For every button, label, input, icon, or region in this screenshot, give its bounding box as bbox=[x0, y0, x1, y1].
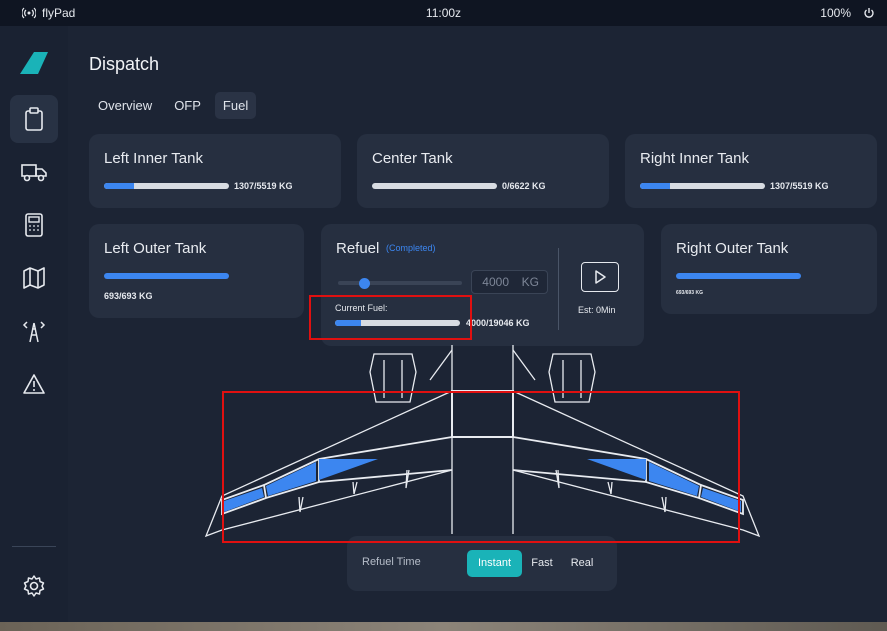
left-inner-tank-bar bbox=[104, 183, 229, 189]
left-inner-tank-fill bbox=[104, 183, 134, 189]
sidebar-item-performance[interactable] bbox=[10, 201, 58, 249]
center-tank-bar bbox=[372, 183, 497, 189]
status-bar: flyPad 11:00z 100% bbox=[0, 0, 887, 26]
right-inner-tank-quantity: 1307/5519 KG bbox=[770, 181, 829, 191]
map-icon bbox=[22, 267, 46, 289]
right-inner-tank-title: Right Inner Tank bbox=[640, 150, 749, 167]
left-outer-tank-bar bbox=[104, 273, 229, 279]
refuel-target-value: 4000 bbox=[482, 275, 509, 289]
clipboard-icon bbox=[24, 107, 44, 131]
warning-icon bbox=[22, 373, 46, 395]
tab-ofp[interactable]: OFP bbox=[166, 92, 209, 119]
left-outer-tank-card: Left Outer Tank 693/693 KG bbox=[89, 224, 304, 318]
current-fuel-value: 4000/19046 KG bbox=[466, 318, 530, 328]
sidebar-item-atc[interactable] bbox=[10, 307, 58, 355]
highlight-wing-tanks bbox=[222, 391, 740, 543]
sidebar-item-dispatch[interactable] bbox=[10, 95, 58, 143]
right-outer-tank-card: Right Outer Tank 693/693 KG bbox=[661, 224, 877, 314]
sidebar-item-failures[interactable] bbox=[10, 360, 58, 408]
center-tank-card: Center Tank 0/6622 KG bbox=[357, 134, 609, 208]
highlight-current-fuel bbox=[309, 295, 472, 340]
left-inner-tank-card: Left Inner Tank 1307/5519 KG bbox=[89, 134, 341, 208]
left-outer-tank-fill bbox=[104, 273, 229, 279]
right-inner-tank-card: Right Inner Tank 1307/5519 KG bbox=[625, 134, 877, 208]
right-outer-tank-fill bbox=[676, 273, 801, 279]
status-right: 100% bbox=[820, 6, 875, 20]
settings-icon bbox=[22, 574, 46, 598]
sidebar-item-navigation[interactable] bbox=[10, 254, 58, 302]
wifi-icon bbox=[22, 7, 36, 19]
status-left: flyPad bbox=[22, 6, 75, 20]
refuel-status: (Completed) bbox=[386, 243, 436, 253]
bottom-background-strip bbox=[0, 622, 887, 631]
tab-fuel[interactable]: Fuel bbox=[214, 92, 257, 119]
start-refuel-button[interactable] bbox=[581, 262, 619, 292]
refuel-slider[interactable] bbox=[338, 277, 462, 289]
sidebar bbox=[0, 26, 68, 631]
right-outer-tank-title: Right Outer Tank bbox=[676, 240, 789, 257]
refuel-estimate: Est: 0Min bbox=[578, 305, 616, 315]
sidebar-item-settings[interactable] bbox=[10, 562, 58, 610]
truck-icon bbox=[21, 162, 47, 182]
refuel-time-real[interactable]: Real bbox=[562, 550, 602, 577]
refuel-time-panel: Refuel Time Instant Fast Real bbox=[347, 536, 617, 591]
refuel-target-unit: KG bbox=[521, 275, 539, 289]
refuel-time-fast[interactable]: Fast bbox=[524, 550, 560, 577]
tab-overview[interactable]: Overview bbox=[90, 92, 160, 119]
app-name: flyPad bbox=[42, 6, 76, 20]
left-outer-tank-title: Left Outer Tank bbox=[104, 240, 207, 257]
refuel-title: Refuel bbox=[336, 240, 380, 257]
tower-icon bbox=[21, 319, 47, 343]
refuel-time-instant[interactable]: Instant bbox=[467, 550, 522, 577]
battery-percent: 100% bbox=[820, 6, 851, 20]
center-tank-quantity: 0/6622 KG bbox=[502, 181, 546, 191]
sidebar-item-ground[interactable] bbox=[10, 148, 58, 196]
right-inner-tank-bar bbox=[640, 183, 765, 189]
left-inner-tank-quantity: 1307/5519 KG bbox=[234, 181, 293, 191]
left-outer-tank-quantity: 693/693 KG bbox=[104, 291, 153, 301]
calculator-icon bbox=[24, 213, 44, 237]
status-time: 11:00z bbox=[425, 6, 462, 20]
play-icon bbox=[594, 270, 606, 284]
refuel-time-label: Refuel Time bbox=[362, 556, 421, 568]
sidebar-divider bbox=[12, 546, 56, 547]
power-icon[interactable] bbox=[863, 7, 875, 19]
tab-bar: Overview OFP Fuel bbox=[90, 92, 257, 119]
logo-icon bbox=[20, 52, 48, 79]
left-inner-tank-title: Left Inner Tank bbox=[104, 150, 203, 167]
refuel-divider bbox=[558, 248, 559, 330]
right-inner-tank-fill bbox=[640, 183, 670, 189]
refuel-slider-thumb[interactable] bbox=[358, 277, 370, 289]
right-outer-tank-quantity: 693/693 KG bbox=[676, 290, 703, 296]
page-title: Dispatch bbox=[89, 54, 160, 74]
right-outer-tank-bar bbox=[676, 273, 801, 279]
center-tank-title: Center Tank bbox=[372, 150, 453, 167]
refuel-target-input[interactable]: 4000 KG bbox=[471, 270, 548, 294]
